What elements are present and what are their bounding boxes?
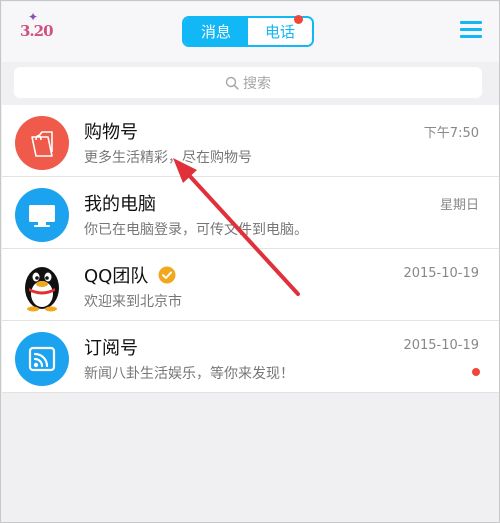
conversation-item-shopping[interactable]: 购物号 更多生活精彩，尽在购物号 下午7:50: [2, 105, 499, 177]
tab-switcher: 消息 电话: [182, 16, 314, 47]
menu-icon[interactable]: [460, 21, 482, 39]
conversation-name-text: QQ团队: [84, 266, 149, 287]
avatar: [15, 116, 69, 170]
conversation-time: 2015-10-19: [403, 266, 479, 281]
verified-badge-icon: [158, 266, 176, 284]
conversation-time: 星期日: [439, 198, 479, 213]
search-icon: [225, 76, 239, 90]
shopping-bag-icon: [31, 131, 53, 157]
app-logo: ✦ 3.20: [14, 10, 58, 52]
avatar: [15, 332, 69, 386]
conversation-item-subscriptions[interactable]: 订阅号 新闻八卦生活娱乐，等你来发现！ 2015-10-19: [2, 321, 499, 393]
conversation-time: 下午7:50: [423, 126, 479, 141]
conversation-preview: 更多生活精彩，尽在购物号: [84, 150, 252, 166]
conversation-time: 2015-10-19: [403, 338, 479, 353]
header: ✦ 3.20 消息 电话: [2, 2, 499, 62]
conversation-preview: 你已在电脑登录，可传文件到电脑。: [84, 222, 308, 238]
conversation-preview: 新闻八卦生活娱乐，等你来发现！: [84, 366, 294, 382]
conversation-name: 我的电脑: [84, 194, 156, 215]
app-frame: ✦ 3.20 消息 电话 搜索 购物号 更多生活精彩，尽在购物号 下午7:50 …: [0, 0, 500, 523]
search-bar-container: 搜索: [2, 62, 499, 104]
conversation-name: 购物号: [84, 122, 138, 143]
conversation-item-my-computer[interactable]: 我的电脑 你已在电脑登录，可传文件到电脑。 星期日: [2, 177, 499, 249]
subscription-icon: [28, 346, 56, 372]
avatar: [15, 188, 69, 242]
penguin-icon: [25, 267, 59, 312]
search-placeholder: 搜索: [243, 75, 271, 92]
conversation-name: QQ团队: [84, 262, 176, 288]
tab-calls[interactable]: 电话: [248, 18, 312, 45]
search-input[interactable]: 搜索: [14, 67, 482, 98]
conversation-list: 购物号 更多生活精彩，尽在购物号 下午7:50 我的电脑 你已在电脑登录，可传文…: [2, 105, 499, 393]
unread-dot: [472, 368, 480, 376]
monitor-icon: [29, 205, 55, 227]
avatar: [15, 260, 69, 314]
tab-messages[interactable]: 消息: [184, 18, 248, 45]
conversation-preview: 欢迎来到北京市: [84, 294, 182, 310]
conversation-name: 订阅号: [84, 338, 138, 359]
conversation-item-qq-team[interactable]: QQ团队 欢迎来到北京市 2015-10-19: [2, 249, 499, 321]
logo-text: 3.20: [20, 22, 54, 40]
